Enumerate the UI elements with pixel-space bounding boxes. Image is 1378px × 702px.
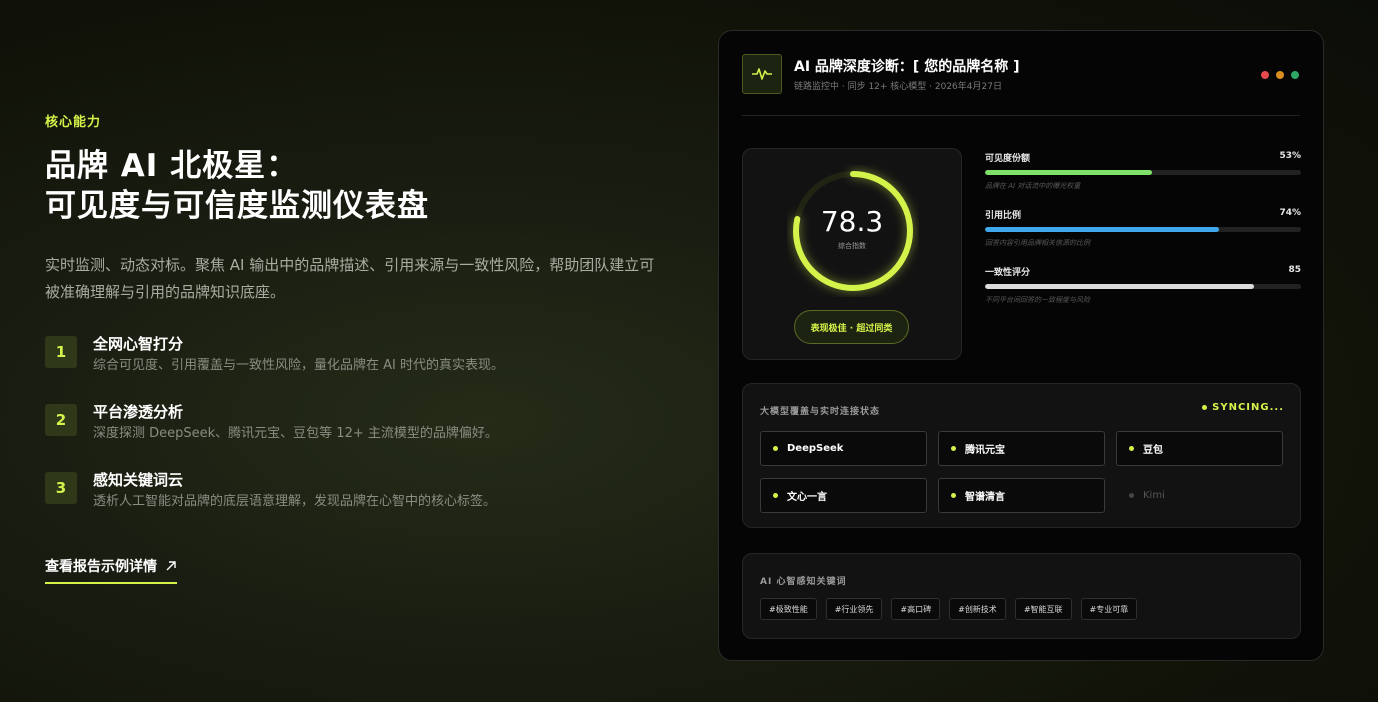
panel-label: AI 心智感知关键词 — [760, 577, 847, 587]
score-label: 综合指数 — [838, 242, 866, 250]
feature-number: 2 — [45, 404, 77, 436]
feature-title: 平台渗透分析 — [93, 403, 184, 421]
minimize-dot-icon[interactable] — [1276, 71, 1284, 79]
title-line-2: 可见度与可信度监测仪表盘 — [45, 188, 429, 224]
card-header: AI 品牌深度诊断：[ 您的品牌名称 ] 链路监控中 · 同步 12+ 核心模型… — [742, 54, 1019, 94]
model-status-panel: 大模型覆盖与实时连接状态 SYNCING... DeepSeek 腾讯元宝 豆包… — [742, 383, 1301, 528]
feature-title: 全网心智打分 — [93, 335, 184, 353]
feature-item: 1 全网心智打分 综合可见度、引用覆盖与一致性风险，量化品牌在 AI 时代的真实… — [45, 334, 504, 376]
sync-status: SYNCING... — [1202, 402, 1284, 413]
score-gauge-panel: 78.3 综合指数 表现极佳 · 超过同类 — [742, 148, 962, 360]
dashboard-card: AI 品牌深度诊断：[ 您的品牌名称 ] 链路监控中 · 同步 12+ 核心模型… — [718, 30, 1324, 661]
model-chip-deepseek[interactable]: DeepSeek — [760, 431, 927, 466]
score-value: 78.3 — [820, 205, 884, 238]
metric-bar — [985, 227, 1219, 232]
feature-item: 3 感知关键词云 透析人工智能对品牌的底层语意理解，发现品牌在心智中的核心标签。 — [45, 470, 496, 512]
arrow-up-right-icon — [166, 561, 176, 571]
feature-number: 3 — [45, 472, 77, 504]
metric-note: 品牌在 AI 对话流中的曝光权重 — [985, 182, 1081, 190]
model-name: 豆包 — [1143, 445, 1163, 456]
status-dot-icon — [951, 446, 956, 451]
feature-number: 1 — [45, 336, 77, 368]
model-chip-wenxin[interactable]: 文心一言 — [760, 478, 927, 513]
view-report-label: 查看报告示例详情 — [45, 559, 157, 575]
metric-value: 53% — [1279, 151, 1301, 161]
metric-citation: 引用比例 74% 回答内容引用品牌相关信源的比例 — [985, 208, 1301, 248]
keyword-tag[interactable]: #高口碑 — [891, 598, 941, 620]
metric-name: 一致性评分 — [985, 268, 1031, 278]
model-chip-zhipu[interactable]: 智谱清言 — [938, 478, 1105, 513]
metric-name: 引用比例 — [985, 211, 1022, 221]
metric-note: 不同平台间回答的一致程度与风险 — [985, 296, 1090, 304]
model-chip-doubao[interactable]: 豆包 — [1116, 431, 1283, 466]
metric-track — [985, 284, 1301, 289]
model-chip-yuanbao[interactable]: 腾讯元宝 — [938, 431, 1105, 466]
panel-label: 大模型覆盖与实时连接状态 — [760, 407, 881, 417]
view-report-link[interactable]: 查看报告示例详情 — [45, 556, 177, 584]
model-name: DeepSeek — [787, 443, 844, 454]
card-title: AI 品牌深度诊断：[ 您的品牌名称 ] — [794, 58, 1020, 75]
header-divider — [742, 115, 1300, 116]
keyword-tag[interactable]: #创新技术 — [949, 598, 1006, 620]
title-line-1: 品牌 AI 北极星： — [45, 148, 299, 184]
maximize-dot-icon[interactable] — [1291, 71, 1299, 79]
performance-badge: 表现极佳 · 超过同类 — [794, 310, 909, 344]
feature-desc: 透析人工智能对品牌的底层语意理解，发现品牌在心智中的核心标签。 — [93, 494, 497, 509]
metric-track — [985, 227, 1301, 232]
metric-bar — [985, 170, 1153, 175]
status-dot-icon — [1129, 446, 1134, 451]
metric-value: 74% — [1279, 208, 1301, 218]
metric-value: 85 — [1288, 265, 1301, 275]
close-dot-icon[interactable] — [1261, 71, 1269, 79]
card-subtitle: 链路监控中 · 同步 12+ 核心模型 · 2026年4月27日 — [794, 81, 1002, 92]
keyword-tag[interactable]: #行业领先 — [825, 598, 883, 620]
feature-item: 2 平台渗透分析 深度探测 DeepSeek、腾讯元宝、豆包等 12+ 主流模型… — [45, 402, 498, 444]
status-dot-icon — [773, 446, 778, 451]
sync-label: SYNCING... — [1212, 402, 1284, 413]
metric-bar — [985, 284, 1254, 289]
status-dot-icon — [1202, 405, 1208, 410]
keyword-list: #极致性能 #行业领先 #高口碑 #创新技术 #智能互联 #专业可靠 — [760, 598, 1138, 620]
model-name: 腾讯元宝 — [965, 445, 1005, 456]
section-description: 实时监测、动态对标。聚焦 AI 输出中的品牌描述、引用来源与一致性风险，帮助团队… — [45, 256, 655, 301]
keyword-tag[interactable]: #极致性能 — [760, 598, 817, 620]
feature-desc: 深度探测 DeepSeek、腾讯元宝、豆包等 12+ 主流模型的品牌偏好。 — [93, 426, 498, 441]
section-eyebrow: 核心能力 — [45, 115, 102, 130]
metric-note: 回答内容引用品牌相关信源的比例 — [985, 239, 1090, 247]
feature-desc: 综合可见度、引用覆盖与一致性风险，量化品牌在 AI 时代的真实表现。 — [93, 358, 504, 373]
status-dot-icon — [951, 493, 956, 498]
keyword-tag[interactable]: #专业可靠 — [1080, 598, 1138, 620]
status-dot-icon — [773, 493, 778, 498]
feature-title: 感知关键词云 — [93, 471, 184, 489]
metric-consistency: 一致性评分 85 不同平台间回答的一致程度与风险 — [985, 265, 1301, 305]
pulse-icon — [742, 54, 782, 94]
keyword-tag[interactable]: #智能互联 — [1014, 598, 1072, 620]
model-chip-kimi[interactable]: Kimi — [1116, 478, 1283, 513]
model-name: 文心一言 — [787, 492, 827, 503]
model-name: Kimi — [1143, 490, 1165, 501]
model-name: 智谱清言 — [965, 492, 1005, 503]
keywords-panel: AI 心智感知关键词 #极致性能 #行业领先 #高口碑 #创新技术 #智能互联 … — [742, 553, 1301, 639]
metric-visibility: 可见度份额 53% 品牌在 AI 对话流中的曝光权重 — [985, 151, 1301, 191]
page-title: 品牌 AI 北极星： 可见度与可信度监测仪表盘 — [45, 146, 429, 226]
window-controls — [1261, 71, 1299, 79]
metric-track — [985, 170, 1301, 175]
metric-name: 可见度份额 — [985, 154, 1031, 164]
status-dot-icon — [1129, 493, 1134, 498]
